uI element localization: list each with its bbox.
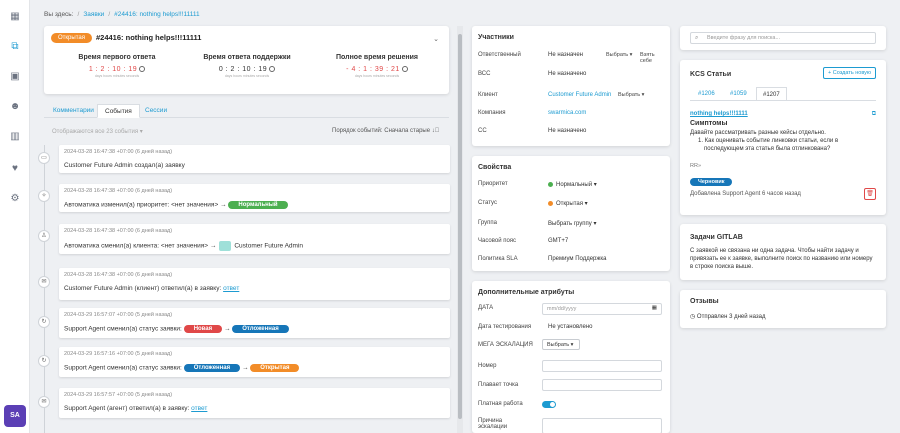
external-link-icon[interactable]: ⧉ (872, 111, 876, 118)
event-item: 2024-03-28 16:47:38 +07:00 (6 дней назад… (59, 224, 450, 254)
kb-tab-1059[interactable]: #1059 (724, 87, 753, 101)
ticket-tabs: Комментарии События Сессии (44, 104, 449, 118)
timeline-line (44, 145, 45, 433)
sla-policy-value: Премиум Поддержка (548, 256, 607, 262)
clock-icon (401, 66, 408, 73)
create-article-button[interactable]: + Создать новую (823, 67, 876, 79)
calendar-icon: ▦ (651, 305, 657, 311)
article-link[interactable]: nothing helps!!!1111 (690, 111, 748, 117)
ticket-title: #24416: nothing helps!!!11111 (96, 33, 202, 42)
kb-tab-1206[interactable]: #1206 (692, 87, 721, 101)
clock-icon (139, 66, 146, 73)
events-count-filter[interactable]: Отображаются все 23 события ▾ (52, 128, 143, 135)
kb-tab-1207[interactable]: #1207 (756, 87, 787, 101)
number-input[interactable] (542, 360, 662, 372)
customers-icon[interactable]: ☻ (8, 100, 22, 114)
event-item: 2024-03-29 16:57:07 +07:00 (5 дней назад… (59, 308, 450, 338)
test-date-value: Не установлено (548, 324, 593, 330)
delete-trash-icon[interactable]: 🗑 (864, 188, 876, 200)
status-pill-postponed: Отложенная (232, 325, 289, 333)
knowledge-base-icon[interactable]: ▣ (8, 70, 22, 84)
breadcrumb-prefix: Вы здесь: (44, 11, 74, 18)
tickets-icon[interactable]: ⧉ (8, 40, 22, 54)
automation-icon: ✧ (38, 190, 50, 202)
search-icon: ⌕ (695, 35, 699, 41)
sla-support-response: Время ответа поддержки 0 : 2 : 10 : 19 d… (203, 54, 291, 78)
mail-icon: ✉ (38, 276, 50, 288)
article-heading: Симптомы (690, 120, 728, 127)
ticket-created-icon: ▭ (38, 152, 50, 164)
dashboard-icon[interactable]: ▦ (8, 10, 22, 24)
article-added-info: Добавлена Support Agent 6 часов назад (690, 191, 801, 197)
settings-icon[interactable]: ⚙ (8, 192, 22, 206)
gitlab-card: Задачи GITLAB С заявкой не связана ни од… (680, 224, 886, 280)
reply-link[interactable]: ответ (191, 405, 207, 412)
event-item: 2024-03-28 16:47:38 +07:00 (6 дней назад… (59, 184, 450, 212)
status-select[interactable]: Открытая ▾ (548, 200, 588, 207)
status-dot-icon (548, 200, 553, 206)
status-pill-new: Новая (183, 325, 223, 333)
kcs-articles-card: KCS Статьи + Создать новую #1206 #1059 #… (680, 60, 886, 215)
timezone-value: GMT+7 (548, 238, 569, 244)
events-scrollbar[interactable] (457, 26, 463, 433)
priority-dot-icon (548, 181, 553, 187)
bcc-field[interactable]: Не назначено (548, 71, 586, 77)
group-select[interactable]: Выбрать группу ▾ (548, 220, 596, 227)
date-input[interactable]: mm/dd/yyyy ▦ (542, 303, 662, 315)
person-icon: ♙ (38, 230, 50, 242)
kb-search-card: ⌕ Введите фразу для поиска... (680, 26, 886, 50)
clock-icon: ◷ (690, 314, 697, 320)
clock-icon (269, 66, 276, 73)
draft-badge: Черновик (690, 178, 733, 186)
reports-icon[interactable]: ▥ (8, 130, 22, 144)
event-item: 2024-03-29 16:57:57 +07:00 (5 дней назад… (59, 388, 450, 418)
participants-card: Участники Ответственный Не назначен Выбр… (472, 26, 670, 146)
paid-work-toggle[interactable] (542, 401, 556, 408)
responsible-value: Не назначен (548, 52, 583, 58)
priority-select[interactable]: Нормальный ▾ (548, 181, 597, 188)
company-link[interactable]: swarmica.com (548, 110, 586, 116)
breadcrumb-tickets-link[interactable]: Заявки (83, 11, 104, 18)
status-pill-postponed: Отложенная (183, 364, 241, 372)
tab-events[interactable]: События (97, 104, 140, 118)
properties-card: Свойства Приоритет Нормальный ▾ Статус О… (472, 156, 670, 271)
collapse-chevron-icon[interactable]: ⌄ (433, 35, 439, 43)
ticket-header-card: Открытая #24416: nothing helps!!!11111 ⌄… (44, 26, 449, 94)
client-select[interactable]: Выбрать ▾ (618, 92, 644, 98)
kb-search-input[interactable]: ⌕ Введите фразу для поиска... (690, 32, 876, 44)
cc-field[interactable]: Не назначено (548, 128, 586, 134)
left-nav-rail: ▦ ⧉ ▣ ☻ ▥ ♥ ⚙ SA (0, 0, 30, 433)
sla-full-resolution: Полное время решения - 4 : 1 : 39 : 21 d… (335, 54, 419, 78)
sla-first-response: Время первого ответа 1 : 2 : 10 : 19 day… (78, 54, 156, 78)
take-self-button[interactable]: Взять себе (640, 52, 666, 64)
breadcrumb-current[interactable]: #24416: nothing helps!!!11111 (114, 11, 200, 18)
events-order-select[interactable]: Порядок событий: Сначала старые ↓⃝ (332, 128, 439, 134)
user-avatar[interactable]: SA (4, 405, 26, 427)
feedback-card: Отзывы ◷ Отправлен 3 дней назад (680, 290, 886, 328)
mail-icon: ✉ (38, 396, 50, 408)
float-input[interactable] (542, 379, 662, 391)
tab-sessions[interactable]: Сессии (138, 104, 174, 118)
event-item: 2024-03-29 16:57:16 +07:00 (5 дней назад… (59, 347, 450, 377)
priority-pill: Нормальный (228, 201, 288, 209)
tab-comments[interactable]: Комментарии (46, 104, 101, 118)
responsible-select[interactable]: Выбрать ▾ (606, 52, 632, 58)
event-item: 2024-03-28 16:47:38 +07:00 (6 дней назад… (59, 268, 450, 300)
mega-escalation-select[interactable]: Выбрать ▾ (542, 339, 580, 350)
status-change-icon: ↻ (38, 355, 50, 367)
reply-link[interactable]: ответ (223, 285, 239, 292)
status-pill-open: Открытая (250, 364, 300, 372)
escalation-reason-input[interactable] (542, 418, 662, 433)
extra-attributes-card: Дополнительные атрибуты ДАТА mm/dd/yyyy ▦… (472, 281, 670, 433)
status-change-icon: ↻ (38, 316, 50, 328)
status-badge: Открытая (51, 33, 92, 43)
client-link[interactable]: Customer Future Admin (548, 92, 611, 98)
breadcrumb: Вы здесь: / Заявки / #24416: nothing helps!!… (44, 11, 200, 18)
feedback-icon[interactable]: ♥ (8, 162, 22, 176)
event-item: 2024-03-28 16:47:38 +07:00 (6 дней назад… (59, 145, 450, 173)
customer-avatar-icon (219, 241, 232, 251)
